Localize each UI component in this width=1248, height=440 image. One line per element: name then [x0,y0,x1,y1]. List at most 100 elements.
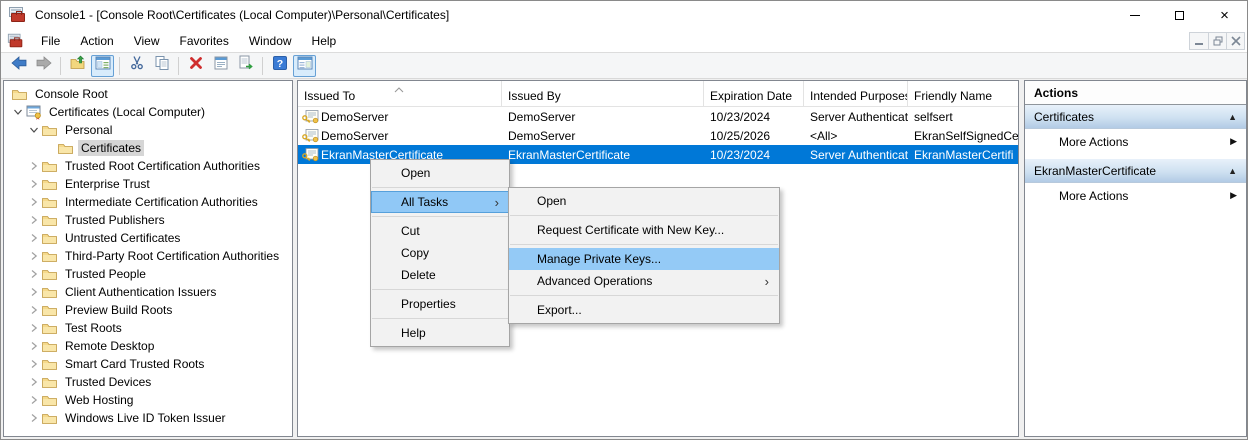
context-menu-item-help[interactable]: Help [371,322,509,344]
more-actions-ekranmastercertificate[interactable]: More Actions ▶ [1025,183,1246,208]
chevron-collapsed-icon[interactable] [26,338,42,354]
menu-window[interactable]: Window [239,30,302,52]
all-tasks-submenu-item-request-certificate-with-new-key[interactable]: Request Certificate with New Key... [509,219,779,241]
all-tasks-submenu-item-open[interactable]: Open [509,190,779,212]
forward-button[interactable] [32,55,55,77]
cell-expiration-date: 10/23/2024 [704,110,804,124]
tree-item-web-hosting[interactable]: Web Hosting [4,391,292,409]
menu-action[interactable]: Action [70,30,123,52]
tree-item-label: Trusted People [62,266,149,282]
tree-item-trusted-devices[interactable]: Trusted Devices [4,373,292,391]
chevron-collapsed-icon[interactable] [26,266,42,282]
tree-item-untrusted-certificates[interactable]: Untrusted Certificates [4,229,292,247]
chevron-collapsed-icon[interactable] [26,356,42,372]
tree-item-client-authentication-issuers[interactable]: Client Authentication Issuers [4,283,292,301]
child-restore-icon [1213,36,1223,46]
cell-issued-to: DemoServer [298,110,502,124]
tree-item-trusted-publishers[interactable]: Trusted Publishers [4,211,292,229]
show-hide-action-pane-button[interactable] [293,55,316,77]
properties-button[interactable] [209,55,232,77]
minimize-button[interactable] [1112,1,1157,29]
all-tasks-submenu-item-advanced-operations[interactable]: Advanced Operations› [509,270,779,292]
child-minimize-button[interactable] [1190,33,1208,49]
tree-item-preview-build-roots[interactable]: Preview Build Roots [4,301,292,319]
chevron-collapsed-icon[interactable] [26,284,42,300]
menu-favorites[interactable]: Favorites [170,30,239,52]
back-button[interactable] [7,55,30,77]
actions-section-certificates[interactable]: Certificates ▲ [1025,105,1246,129]
cell-issued-by-text: DemoServer [508,110,575,124]
tree-item-certificates-local-computer[interactable]: Certificates (Local Computer) [4,103,292,121]
chevron-collapsed-icon[interactable] [26,392,42,408]
tree-item-intermediate-certification-authorities[interactable]: Intermediate Certification Authorities [4,193,292,211]
menu-help[interactable]: Help [302,30,347,52]
column-header-issued-to[interactable]: Issued To [298,81,502,106]
tree-item-windows-live-id-token-issuer[interactable]: Windows Live ID Token Issuer [4,409,292,427]
child-restore-button[interactable] [1208,33,1226,49]
folder-icon [42,123,58,137]
help-button[interactable]: ? [268,55,291,77]
column-header-issued-by[interactable]: Issued By [502,81,704,106]
child-close-button[interactable] [1226,33,1244,49]
up-one-level-button[interactable] [66,55,89,77]
menu-file[interactable]: File [31,30,70,52]
chevron-collapsed-icon[interactable] [26,410,42,426]
cut-button[interactable] [125,55,148,77]
tree-item-trusted-root-certification-authorities[interactable]: Trusted Root Certification Authorities [4,157,292,175]
context-menu-item-cut[interactable]: Cut [371,220,509,242]
chevron-collapsed-icon[interactable] [26,230,42,246]
menu-item-label: Request Certificate with New Key... [537,223,724,237]
more-actions-certificates[interactable]: More Actions ▶ [1025,129,1246,154]
all-tasks-submenu-item-manage-private-keys[interactable]: Manage Private Keys... [509,248,779,270]
chevron-expanded-icon[interactable] [26,122,42,138]
collapse-section-icon[interactable]: ▲ [1228,166,1237,176]
menu-bar: FileActionViewFavoritesWindowHelp [1,29,1247,53]
chevron-collapsed-icon[interactable] [26,212,42,228]
chevron-collapsed-icon[interactable] [26,248,42,264]
tree-item-smart-card-trusted-roots[interactable]: Smart Card Trusted Roots [4,355,292,373]
close-button[interactable]: × [1202,1,1247,29]
certificate-row-demoserver[interactable]: DemoServerDemoServer10/25/2026<All>Ekran… [298,126,1018,145]
show-hide-console-tree-button[interactable] [91,55,114,77]
all-tasks-submenu-item-export[interactable]: Export... [509,299,779,321]
delete-button[interactable] [184,55,207,77]
tree-item-personal[interactable]: Personal [4,121,292,139]
tree-item-enterprise-trust[interactable]: Enterprise Trust [4,175,292,193]
tree-item-trusted-people[interactable]: Trusted People [4,265,292,283]
tree-item-test-roots[interactable]: Test Roots [4,319,292,337]
tree-item-label: Third-Party Root Certification Authoriti… [62,248,282,264]
chevron-collapsed-icon[interactable] [26,320,42,336]
column-header-expiration-date[interactable]: Expiration Date [704,81,804,106]
chevron-collapsed-icon[interactable] [26,302,42,318]
folder-icon [42,357,58,371]
column-header-friendly-name[interactable]: Friendly Name [908,81,1018,106]
maximize-button[interactable] [1157,1,1202,29]
chevron-expanded-icon[interactable] [10,104,26,120]
copy-button[interactable] [150,55,173,77]
context-menu-item-open[interactable]: Open [371,162,509,184]
tree-item-label: Windows Live ID Token Issuer [62,410,229,426]
chevron-collapsed-icon[interactable] [26,374,42,390]
collapse-section-icon[interactable]: ▲ [1228,112,1237,122]
tree-item-label: Remote Desktop [62,338,157,354]
chevron-collapsed-icon[interactable] [26,194,42,210]
help-icon: ? [272,55,288,76]
column-header-intended-purposes[interactable]: Intended Purposes [804,81,908,106]
chevron-collapsed-icon[interactable] [26,176,42,192]
all-tasks-submenu-separator [510,215,778,216]
actions-section-ekranmastercertificate[interactable]: EkranMasterCertificate ▲ [1025,159,1246,183]
more-actions-label: More Actions [1059,189,1128,203]
certificate-row-demoserver[interactable]: DemoServerDemoServer10/23/2024Server Aut… [298,107,1018,126]
tree-item-certificates[interactable]: Certificates [4,139,292,157]
context-menu-item-all-tasks[interactable]: All Tasks› [371,191,509,213]
menu-view[interactable]: View [124,30,170,52]
context-menu-item-delete[interactable]: Delete [371,264,509,286]
tree-item-console-root[interactable]: Console Root [4,85,292,103]
column-header-label: Friendly Name [914,89,992,103]
export-list-button[interactable] [234,55,257,77]
chevron-collapsed-icon[interactable] [26,158,42,174]
tree-item-remote-desktop[interactable]: Remote Desktop [4,337,292,355]
tree-item-third-party-root-certification-authorities[interactable]: Third-Party Root Certification Authoriti… [4,247,292,265]
context-menu-item-properties[interactable]: Properties [371,293,509,315]
context-menu-item-copy[interactable]: Copy [371,242,509,264]
